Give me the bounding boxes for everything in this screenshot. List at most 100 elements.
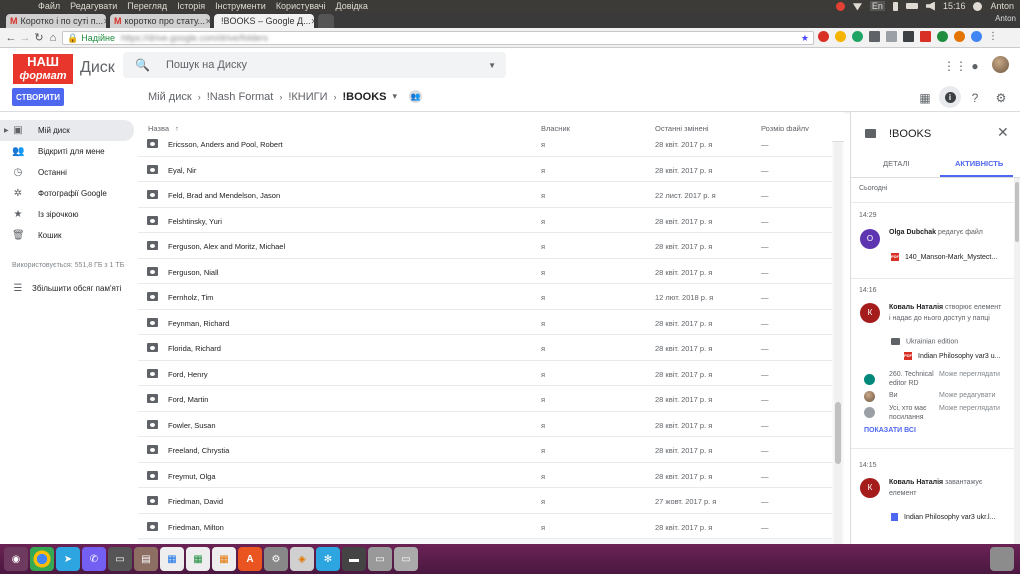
files-app-icon[interactable]: ▤ xyxy=(134,547,158,571)
table-row[interactable]: Fernholz, Tim я 12 лют. 2018 р. я — xyxy=(138,284,832,310)
viber-app-icon[interactable]: ✆ xyxy=(82,547,106,571)
home-icon[interactable]: ⌂ xyxy=(46,32,60,44)
browser-tab-3[interactable]: !BOOKS – Google Д... ✕ xyxy=(214,14,314,28)
breadcrumb-item[interactable]: !КНИГИ xyxy=(288,91,327,103)
clock[interactable]: 15:16 xyxy=(943,1,966,11)
table-row[interactable]: Feynman, Richard я 28 квіт. 2017 р. я — xyxy=(138,309,832,335)
extension-icon[interactable] xyxy=(835,31,846,42)
screen-app-icon[interactable]: ▭ xyxy=(108,547,132,571)
settings-gear-icon[interactable]: ⚙ xyxy=(994,91,1008,105)
dock-trash-icon[interactable] xyxy=(990,547,1014,571)
chrome-tray-icon[interactable] xyxy=(835,1,845,11)
create-button[interactable]: СТВОРИТИ xyxy=(12,88,64,106)
snowflake-app-icon[interactable]: ✻ xyxy=(316,547,340,571)
tab-activity[interactable]: АКТИВНІСТЬ xyxy=(955,159,1003,168)
extension-icon[interactable] xyxy=(903,31,914,42)
activity-file[interactable]: PDF 140_Manson-Mark_Mystect... xyxy=(891,253,997,261)
telegram-app-icon[interactable]: ➤ xyxy=(56,547,80,571)
apps-grid-icon[interactable]: ⋮⋮ xyxy=(943,59,967,73)
menu-view[interactable]: Перегляд xyxy=(127,1,167,11)
drive-disk-icon[interactable]: ▭ xyxy=(394,547,418,571)
user-name[interactable]: Anton xyxy=(990,1,1014,11)
close-tab-icon[interactable]: ✕ xyxy=(103,17,106,26)
windows-app-icon[interactable]: ◈ xyxy=(290,547,314,571)
table-row[interactable]: Feld, Brad and Mendelson, Jason я 22 лист.… xyxy=(138,182,832,208)
calc-app-icon[interactable]: ▦ xyxy=(186,547,210,571)
help-icon[interactable]: ? xyxy=(968,91,982,105)
address-bar[interactable]: 🔒 Надійне https://drive.google.com/drive… xyxy=(62,31,814,45)
scrollbar-thumb[interactable] xyxy=(835,402,841,464)
app-name[interactable]: Диск xyxy=(80,59,115,77)
chrome-app-icon[interactable] xyxy=(30,547,54,571)
extension-icon[interactable] xyxy=(937,31,948,42)
table-row[interactable]: Ferguson, Niall я 28 квіт. 2017 р. я — xyxy=(138,258,832,284)
sidebar-item-starred[interactable]: ★ Із зірочкою xyxy=(0,204,138,225)
table-row[interactable]: Freeland, Chrystia я 28 квіт. 2017 р. я — xyxy=(138,437,832,463)
close-tab-icon[interactable]: ✕ xyxy=(311,17,314,26)
close-icon[interactable]: ✕ xyxy=(997,124,1009,141)
grid-view-icon[interactable]: ▦ xyxy=(918,91,932,105)
sidebar-item-recent[interactable]: ◷ Останні xyxy=(0,162,138,183)
extension-icon[interactable] xyxy=(852,31,863,42)
settings-app-icon[interactable]: ⚙ xyxy=(264,547,288,571)
table-row[interactable]: Ford, Martin я 28 квіт. 2017 р. я — xyxy=(138,386,832,412)
browser-tab-2[interactable]: M коротко про стату... ✕ xyxy=(110,14,210,28)
url-text[interactable]: https://drive.google.com/drive/folders xyxy=(121,33,268,43)
extension-icon[interactable] xyxy=(971,31,982,42)
menu-edit[interactable]: Редагувати xyxy=(70,1,117,11)
show-all-button[interactable]: ПОКАЗАТИ ВСІ xyxy=(864,427,916,434)
sidebar-item-shared[interactable]: 👥 Відкриті для мене xyxy=(0,141,138,162)
bluetooth-icon[interactable] xyxy=(892,1,898,11)
panel-scrollbar-thumb[interactable] xyxy=(1015,182,1019,242)
menu-file[interactable]: Файл xyxy=(38,1,60,11)
sidebar-item-photos[interactable]: ✲ Фотографії Google xyxy=(0,183,138,204)
nash-format-logo[interactable]: НАШ формат xyxy=(13,54,73,84)
extension-icon[interactable] xyxy=(920,31,931,42)
table-row[interactable]: Florida, Richard я 28 квіт. 2017 р. я — xyxy=(138,335,832,361)
browser-tab-1[interactable]: M Коротко і по суті п... ✕ xyxy=(6,14,106,28)
software-center-icon[interactable]: A xyxy=(238,547,262,571)
menu-help[interactable]: Довідка xyxy=(336,1,368,11)
shared-folder-icon[interactable]: 👥 xyxy=(409,90,423,103)
table-row[interactable]: Ferguson, Alex and Moritz, Michael я 28 кв… xyxy=(138,233,832,259)
breadcrumb-item[interactable]: Мій диск xyxy=(148,91,192,103)
account-avatar[interactable] xyxy=(992,56,1009,73)
search-box[interactable]: 🔍 Пошук на Диску ▼ xyxy=(123,52,506,78)
activity-file[interactable]: Indian Philosophy var3 ukr.l... xyxy=(891,513,995,521)
volume-icon[interactable] xyxy=(925,1,935,11)
forward-arrow-icon[interactable]: → xyxy=(18,32,32,44)
table-row[interactable]: Ericsson, Anders and Pool, Robert я 28 кві… xyxy=(138,131,832,157)
ubuntu-launcher-icon[interactable]: ◉ xyxy=(4,547,28,571)
extension-icon[interactable] xyxy=(818,31,829,42)
extension-icon[interactable] xyxy=(954,31,965,42)
power-gear-icon[interactable] xyxy=(973,1,983,11)
activity-file[interactable]: PDF Indian Philosophy var3 u... xyxy=(904,352,1001,360)
table-row[interactable]: Friedman, Milton я 28 квіт. 2017 р. я — xyxy=(138,513,832,539)
drive-disk-icon[interactable]: ▭ xyxy=(368,547,392,571)
menu-history[interactable]: Історія xyxy=(177,1,205,11)
menu-tools[interactable]: Інструменти xyxy=(215,1,266,11)
activity-folder[interactable]: Ukrainian edition xyxy=(891,338,958,345)
wifi-icon[interactable] xyxy=(852,3,862,11)
extension-icon[interactable] xyxy=(869,31,880,42)
back-arrow-icon[interactable]: ← xyxy=(4,32,18,44)
new-tab-button[interactable] xyxy=(318,14,334,28)
table-row[interactable]: Felshtinsky, Yuri я 28 квіт. 2017 р. я — xyxy=(138,207,832,233)
breadcrumb-item[interactable]: !Nash Format xyxy=(207,91,274,103)
sidebar-item-my-drive[interactable]: ▶ ▣ Мій диск xyxy=(0,120,134,141)
lock-icon[interactable]: 🔒 xyxy=(67,33,78,44)
extension-icon[interactable] xyxy=(886,31,897,42)
bookmark-star-icon[interactable]: ★ xyxy=(801,33,809,44)
writer-app-icon[interactable]: ▦ xyxy=(160,547,184,571)
browser-profile-name[interactable]: Anton xyxy=(995,14,1016,23)
keyboard-layout-indicator[interactable]: En xyxy=(869,1,885,11)
search-input[interactable]: Пошук на Диску xyxy=(166,59,247,71)
table-row[interactable]: Fowler, Susan я 28 квіт. 2017 р. я — xyxy=(138,411,832,437)
battery-icon[interactable] xyxy=(905,3,918,9)
search-icon[interactable]: 🔍 xyxy=(135,58,150,72)
breadcrumb-current[interactable]: !BOOKS xyxy=(343,91,387,103)
scrollbar-track[interactable] xyxy=(834,142,842,544)
chrome-menu-icon[interactable]: ⋮ xyxy=(988,31,999,42)
info-button[interactable]: i xyxy=(939,86,961,108)
tab-details[interactable]: ДЕТАЛІ xyxy=(883,159,910,168)
